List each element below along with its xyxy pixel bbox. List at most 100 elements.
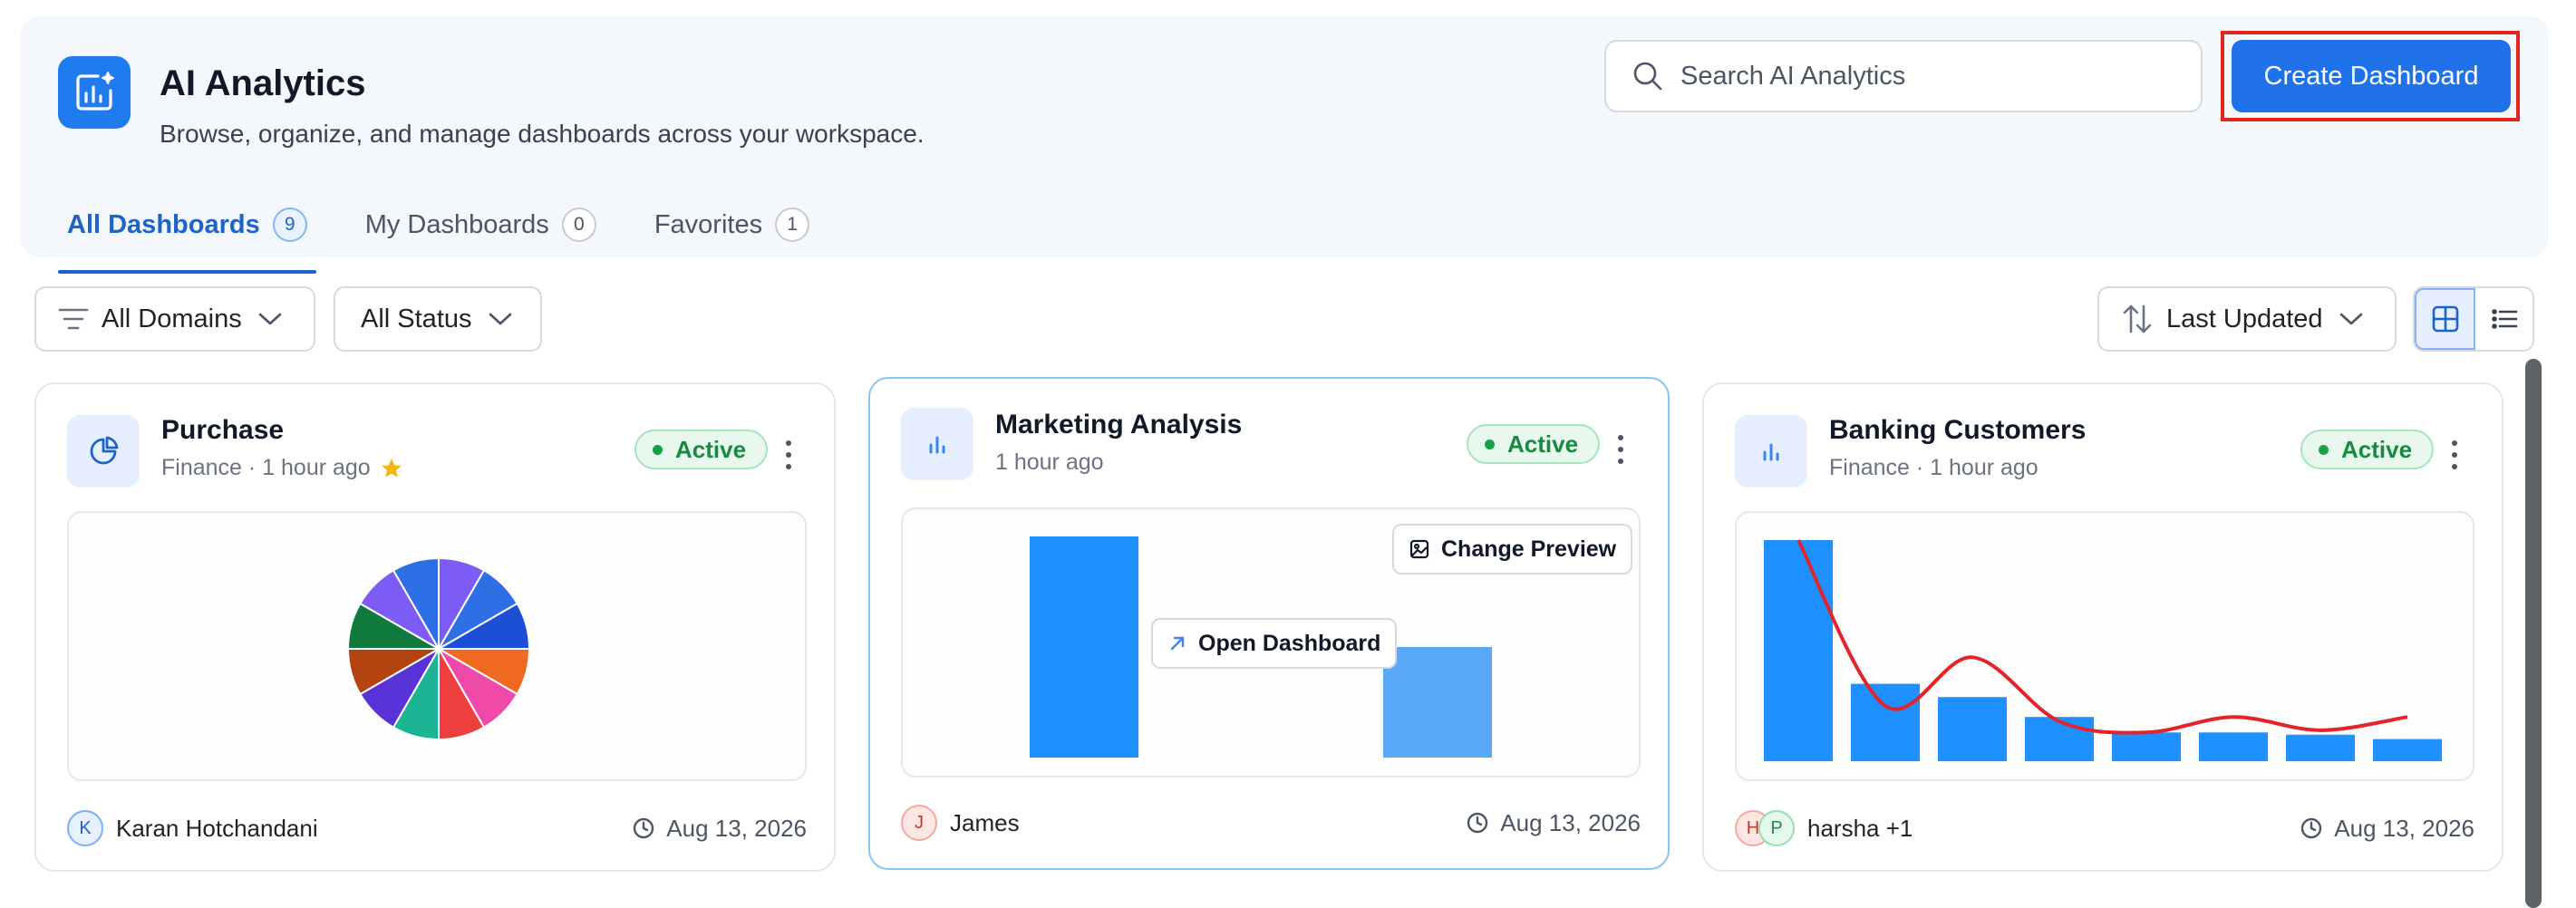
page-title: AI Analytics bbox=[160, 63, 366, 103]
tab-label: My Dashboards bbox=[364, 209, 549, 239]
view-toggle bbox=[2413, 286, 2534, 352]
domains-filter[interactable]: All Domains bbox=[34, 286, 315, 352]
owner-name: James bbox=[950, 808, 1020, 836]
sort-dropdown[interactable]: Last Updated bbox=[2097, 286, 2397, 352]
clock-icon bbox=[2301, 817, 2322, 839]
chart-preview bbox=[67, 511, 807, 781]
updated-date-text: Aug 13, 2026 bbox=[2334, 814, 2474, 842]
pie-chart-icon bbox=[67, 415, 140, 488]
updated-date: Aug 13, 2026 bbox=[2300, 815, 2474, 843]
bar bbox=[1938, 697, 2007, 761]
tab-count-badge: 1 bbox=[775, 208, 810, 242]
image-icon bbox=[1409, 539, 1429, 559]
dashboard-card-purchase[interactable]: Purchase Finance · 1 hour ago Active K K… bbox=[34, 382, 836, 872]
open-dashboard-button[interactable]: Open Dashboard bbox=[1151, 618, 1398, 669]
list-icon bbox=[2491, 309, 2517, 329]
status-label: Active bbox=[675, 435, 747, 463]
more-options-icon[interactable] bbox=[2442, 437, 2467, 473]
bar bbox=[2373, 739, 2442, 761]
analytics-logo-icon bbox=[58, 56, 131, 129]
open-dashboard-label: Open Dashboard bbox=[1198, 630, 1381, 656]
tab-label: Favorites bbox=[654, 209, 763, 239]
owner: K Karan Hotchandani bbox=[67, 810, 318, 846]
more-options-icon[interactable] bbox=[776, 437, 801, 473]
card-footer: K Karan Hotchandani Aug 13, 2026 bbox=[67, 808, 807, 848]
status-filter[interactable]: All Status bbox=[334, 286, 542, 352]
avatar: K bbox=[67, 810, 103, 846]
card-title: Purchase bbox=[161, 415, 285, 445]
status-dot bbox=[2319, 444, 2329, 455]
clock-icon bbox=[1467, 812, 1488, 834]
card-footer: H P harsha +1 Aug 13, 2026 bbox=[1735, 808, 2474, 848]
owner: H P harsha +1 bbox=[1735, 810, 1913, 846]
sort-label: Last Updated bbox=[2166, 304, 2323, 333]
card-meta: 1 hour ago bbox=[995, 449, 1104, 476]
tab-count-badge: 9 bbox=[272, 208, 307, 242]
chevron-down-icon bbox=[489, 313, 511, 325]
tab-all-dashboards[interactable]: All Dashboards 9 bbox=[58, 190, 316, 274]
status-badge: Active bbox=[2300, 430, 2435, 469]
grid-view-button[interactable] bbox=[2415, 288, 2475, 350]
more-options-icon[interactable] bbox=[1608, 431, 1633, 468]
chevron-down-icon bbox=[258, 313, 282, 325]
change-preview-label: Change Preview bbox=[1441, 536, 1617, 562]
avatar: P bbox=[1758, 810, 1795, 846]
scrollbar-thumb[interactable] bbox=[2525, 359, 2542, 908]
pie-chart bbox=[346, 556, 531, 741]
bar bbox=[2025, 717, 2094, 761]
card-title: Banking Customers bbox=[1829, 415, 2087, 445]
create-dashboard-button[interactable]: Create Dashboard bbox=[2232, 40, 2511, 112]
bar bbox=[1764, 540, 1833, 761]
search-input[interactable] bbox=[1680, 61, 2188, 92]
sort-icon bbox=[2123, 304, 2152, 333]
arrow-up-right-icon bbox=[1170, 636, 1185, 651]
search-field[interactable] bbox=[1604, 40, 2203, 112]
tab-count-badge: 0 bbox=[561, 208, 596, 242]
status-label: Active bbox=[1507, 430, 1579, 458]
bar bbox=[1030, 536, 1138, 758]
updated-date-text: Aug 13, 2026 bbox=[666, 814, 807, 842]
change-preview-button[interactable]: Change Preview bbox=[1392, 524, 1633, 575]
status-label: Active bbox=[2341, 435, 2413, 463]
card-meta: Finance · 1 hour ago bbox=[161, 455, 403, 481]
tab-label: All Dashboards bbox=[67, 209, 260, 239]
bar-line-chart bbox=[1764, 539, 2442, 761]
dashboard-card-marketing-analysis[interactable]: Marketing Analysis 1 hour ago Active Cha… bbox=[868, 377, 1670, 870]
card-meta-text: 1 hour ago bbox=[995, 449, 1104, 475]
ai-analytics-page: AI Analytics Browse, organize, and manag… bbox=[0, 0, 2576, 908]
owner-name: Karan Hotchandani bbox=[116, 814, 318, 842]
grid-icon bbox=[2432, 305, 2458, 333]
card-title: Marketing Analysis bbox=[995, 410, 1243, 440]
updated-date-text: Aug 13, 2026 bbox=[1500, 808, 1641, 836]
owner: J James bbox=[901, 805, 1020, 841]
filter-icon bbox=[58, 308, 89, 330]
chart-preview: Change Preview Open Dashboard bbox=[901, 507, 1641, 778]
bar bbox=[2199, 732, 2268, 761]
bar bbox=[1383, 647, 1492, 758]
status-dot bbox=[653, 444, 663, 455]
updated-date: Aug 13, 2026 bbox=[1466, 809, 1641, 837]
tab-my-dashboards[interactable]: My Dashboards 0 bbox=[356, 190, 605, 274]
bar-chart-icon bbox=[1735, 415, 1807, 488]
card-meta-text: Finance · 1 hour ago bbox=[161, 455, 371, 480]
page-subtitle: Browse, organize, and manage dashboards … bbox=[160, 120, 925, 148]
clock-icon bbox=[634, 817, 654, 839]
chart-preview bbox=[1735, 511, 2474, 781]
updated-date: Aug 13, 2026 bbox=[632, 815, 807, 843]
status-badge: Active bbox=[1467, 424, 1601, 464]
card-meta: Finance · 1 hour ago bbox=[1829, 455, 2039, 481]
bar-chart-icon bbox=[901, 408, 973, 480]
domains-filter-label: All Domains bbox=[102, 304, 242, 333]
avatar: J bbox=[901, 805, 937, 841]
dashboard-tabs: All Dashboards 9 My Dashboards 0 Favorit… bbox=[58, 190, 858, 274]
favorite-star-icon[interactable] bbox=[380, 457, 403, 480]
bar bbox=[2112, 732, 2181, 761]
list-view-button[interactable] bbox=[2475, 288, 2532, 350]
card-meta-text: Finance · 1 hour ago bbox=[1829, 455, 2039, 480]
bar bbox=[1851, 683, 1920, 761]
bar bbox=[2286, 734, 2355, 761]
dashboard-card-banking-customers[interactable]: Banking Customers Finance · 1 hour ago A… bbox=[1702, 382, 2503, 872]
tab-favorites[interactable]: Favorites 1 bbox=[645, 190, 818, 274]
owner-name: harsha +1 bbox=[1807, 814, 1913, 842]
status-filter-label: All Status bbox=[361, 304, 472, 333]
